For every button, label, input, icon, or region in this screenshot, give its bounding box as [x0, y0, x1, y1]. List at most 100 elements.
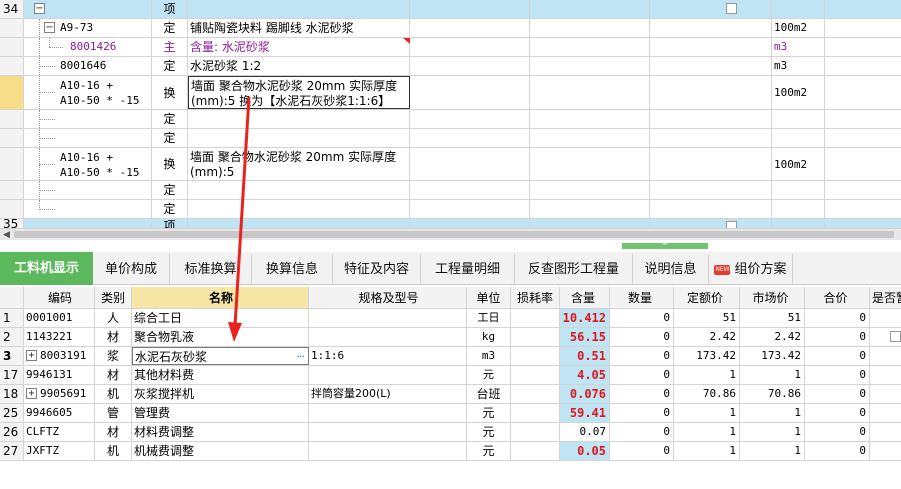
header-market-price[interactable]: 市场价	[740, 287, 805, 308]
tree-row-a9-73[interactable]: − A9-73 定 铺贴陶瓷块料 踢脚线 水泥砂浆 100m2	[0, 19, 901, 38]
resource-name[interactable]: 综合工日	[132, 309, 309, 327]
scroll-left-icon[interactable]: ◀	[3, 230, 10, 240]
tab-description-info[interactable]: 说明信息	[633, 254, 709, 285]
loss-rate-cell[interactable]	[511, 385, 560, 403]
expand-icon[interactable]: +	[26, 350, 37, 361]
resource-category[interactable]: 管	[95, 404, 132, 422]
tree-row-a10-16[interactable]: A10-16 + A10-50 * -15 换 墙面 聚合物水泥砂浆 20mm …	[0, 148, 901, 181]
provisional-checkbox[interactable]	[890, 331, 901, 342]
content-cell[interactable]: 10.412	[560, 309, 610, 327]
more-options-icon[interactable]: ···	[297, 348, 305, 364]
resource-code[interactable]: JXFTZ	[24, 442, 95, 460]
market-price-cell[interactable]: 1	[740, 366, 805, 384]
content-cell[interactable]: 0.05	[560, 442, 610, 460]
resource-spec[interactable]	[309, 309, 467, 327]
resource-unit[interactable]: 元	[467, 423, 511, 441]
header-unit[interactable]: 单位	[467, 287, 511, 308]
resource-name-editor[interactable]: 水泥石灰砂浆 ···	[132, 347, 309, 365]
content-cell[interactable]: 0.076	[560, 385, 610, 403]
content-cell[interactable]: 0.07	[560, 423, 610, 441]
loss-rate-cell[interactable]	[511, 404, 560, 422]
name-cell[interactable]: 铺贴陶瓷块料 踢脚线 水泥砂浆	[188, 19, 410, 37]
market-price-cell[interactable]: 173.42	[740, 347, 805, 365]
expand-icon[interactable]: +	[26, 388, 37, 399]
market-price-cell[interactable]: 51	[740, 309, 805, 327]
resource-spec[interactable]	[309, 442, 467, 460]
tree-row-35[interactable]: 35 项	[0, 219, 901, 228]
row-checkbox[interactable]	[726, 3, 737, 14]
tree-row-empty[interactable]: 定	[0, 129, 901, 148]
content-cell[interactable]: 59.41	[560, 404, 610, 422]
tree-row-8001646[interactable]: 8001646 定 水泥砂浆 1:2 m3	[0, 57, 901, 76]
resource-code[interactable]: + 9905691	[24, 385, 95, 403]
market-price-cell[interactable]: 2.42	[740, 328, 805, 346]
tree-row-8001426[interactable]: 8001426 主 含量: 水泥砂浆 m3	[0, 38, 901, 57]
tab-reverse-graphic-quantity[interactable]: 反查图形工程量	[515, 254, 633, 285]
header-category[interactable]: 类别	[95, 287, 132, 308]
tab-standard-conversion[interactable]: 标准换算	[170, 254, 252, 285]
resource-spec[interactable]	[309, 328, 467, 346]
market-price-cell[interactable]: 70.86	[740, 385, 805, 403]
table-row[interactable]: 2 1143221 材 聚合物乳液 kg 56.15 0 2.42 2.42 0	[0, 328, 901, 347]
loss-rate-cell[interactable]	[511, 423, 560, 441]
content-cell[interactable]: 0.51	[560, 347, 610, 365]
header-quota-price[interactable]: 定额价	[674, 287, 740, 308]
table-row[interactable]: 1 0001001 人 综合工日 工日 10.412 0 51 51 0	[0, 309, 901, 328]
scrollbar-thumb[interactable]	[14, 231, 894, 238]
row-checkbox[interactable]	[726, 221, 737, 228]
header-name[interactable]: 名称	[132, 287, 309, 308]
table-row[interactable]: 17 9946131 材 其他材料费 元 4.05 0 1 1 0	[0, 366, 901, 385]
resource-code[interactable]: + 8003191	[24, 347, 95, 365]
resource-spec[interactable]	[309, 404, 467, 422]
resource-category[interactable]: 人	[95, 309, 132, 327]
name-cell[interactable]: 水泥砂浆 1:2	[188, 57, 410, 75]
resource-code[interactable]: 0001001	[24, 309, 95, 327]
header-content[interactable]: 含量	[560, 287, 610, 308]
table-row[interactable]: 27 JXFTZ 机 机械费调整 元 0.05 0 1 1 0	[0, 442, 901, 461]
resource-unit[interactable]: 元	[467, 366, 511, 384]
resource-unit[interactable]: m3	[467, 347, 511, 365]
resource-name[interactable]: 管理费	[132, 404, 309, 422]
resource-name[interactable]: 机械费调整	[132, 442, 309, 460]
resource-code[interactable]: 1143221	[24, 328, 95, 346]
resource-unit[interactable]: 元	[467, 404, 511, 422]
tree-row-34[interactable]: 34 − 项	[0, 0, 901, 19]
loss-rate-cell[interactable]	[511, 328, 560, 346]
resource-grid[interactable]: 编码 类别 名称 规格及型号 单位 损耗率 含量 数量 定额价 市场价 合价 是…	[0, 287, 901, 489]
loss-rate-cell[interactable]	[511, 366, 560, 384]
resource-code[interactable]: CLFTZ	[24, 423, 95, 441]
resource-spec[interactable]: 拌筒容量200(L)	[309, 385, 467, 403]
tree-row-empty[interactable]: 定	[0, 200, 901, 219]
header-quantity[interactable]: 数量	[610, 287, 674, 308]
name-cell[interactable]	[188, 181, 410, 199]
tab-pricing-scheme[interactable]: NEW 组价方案	[709, 254, 793, 285]
resource-unit[interactable]: 元	[467, 442, 511, 460]
tab-unit-price-composition[interactable]: 单价构成	[93, 254, 170, 285]
content-cell[interactable]: 4.05	[560, 366, 610, 384]
loss-rate-cell[interactable]	[511, 442, 560, 460]
panel-splitter[interactable]: ︾	[0, 240, 901, 252]
header-total[interactable]: 合价	[805, 287, 870, 308]
resource-unit[interactable]: 台班	[467, 385, 511, 403]
resource-name[interactable]: 其他材料费	[132, 366, 309, 384]
horizontal-scrollbar[interactable]: ◀	[0, 228, 901, 240]
header-provisional[interactable]: 是否暂	[870, 287, 901, 308]
header-code[interactable]: 编码	[24, 287, 95, 308]
collapse-icon[interactable]: −	[44, 22, 55, 33]
loss-rate-cell[interactable]	[511, 347, 560, 365]
market-price-cell[interactable]: 1	[740, 404, 805, 422]
chevron-down-icon[interactable]: ︾	[622, 243, 708, 250]
name-cell[interactable]	[188, 129, 410, 147]
name-cell[interactable]	[188, 0, 410, 18]
resource-category[interactable]: 机	[95, 385, 132, 403]
name-cell-editing[interactable]: 墙面 聚合物水泥砂浆 20mm 实际厚度 (mm):5 换为【水泥石灰砂浆1:1…	[188, 76, 410, 109]
market-price-cell[interactable]: 1	[740, 423, 805, 441]
resource-spec[interactable]	[309, 366, 467, 384]
resource-category[interactable]: 浆	[95, 347, 132, 365]
tab-quantity-details[interactable]: 工程量明细	[421, 254, 515, 285]
quota-tree-grid[interactable]: 34 − 项 − A9-73 定 铺贴陶瓷块料 踢脚线 水泥砂浆 100m2 8…	[0, 0, 901, 228]
resource-category[interactable]: 材	[95, 328, 132, 346]
resource-unit[interactable]: kg	[467, 328, 511, 346]
resource-code[interactable]: 9946605	[24, 404, 95, 422]
resource-spec[interactable]	[309, 423, 467, 441]
